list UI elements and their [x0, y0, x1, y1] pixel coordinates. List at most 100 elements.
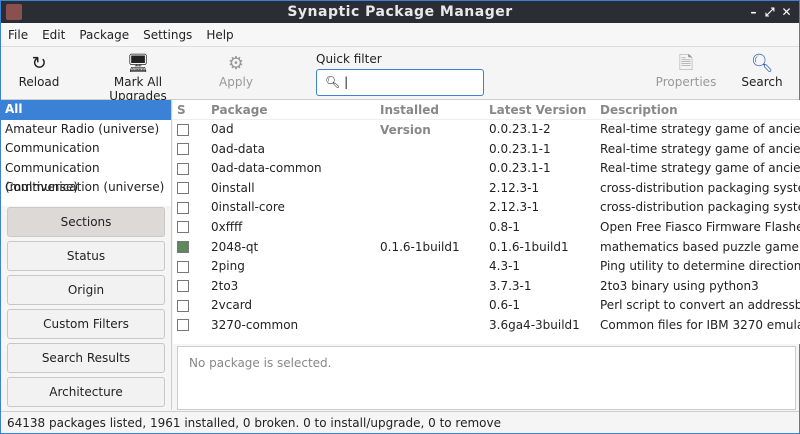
table-row[interactable]: 0ad-data-common 0.0.23.1-1 Real-time str… [173, 159, 800, 179]
package-checkbox[interactable] [177, 299, 189, 312]
latest-version: 2.12.3-1 [489, 200, 540, 215]
table-row[interactable]: 2ping 4.3-1 Ping utility to determine di… [173, 257, 800, 277]
gear-icon: ⚙ [227, 53, 245, 74]
reload-button[interactable]: ↻ Reload [9, 53, 69, 89]
latest-version: 0.0.23.1-2 [489, 122, 551, 136]
latest-version: 0.0.23.1-1 [489, 141, 551, 156]
window-title: Synaptic Package Manager [287, 4, 513, 20]
package-name: 0install [211, 180, 255, 195]
table-row[interactable]: 0ad 0.0.23.1-2 Real-time strategy game o… [173, 120, 800, 140]
menu-edit[interactable]: Edit [35, 28, 72, 42]
package-name: 0ad-data [211, 141, 265, 156]
package-description: cross-distribution packaging system [600, 180, 800, 195]
quick-filter-label: Quick filter [316, 52, 382, 66]
sidebar: All Amateur Radio (universe) Communicati… [1, 100, 172, 410]
package-checkbox[interactable] [177, 123, 189, 136]
search-button[interactable]: 🔍︎ Search [739, 53, 785, 89]
installed-version [376, 159, 483, 179]
package-name: 0ad [211, 122, 234, 136]
table-row[interactable]: 0install 2.12.3-1 cross-distribution pac… [173, 179, 800, 199]
column-description[interactable]: Description [596, 100, 800, 119]
properties-label: Properties [655, 75, 717, 89]
package-checkbox[interactable] [177, 319, 189, 332]
package-name: 2to3 [211, 278, 239, 293]
installed-version [376, 277, 483, 297]
mark-all-upgrades-button[interactable]: 🖥 Mark All Upgrades [85, 53, 191, 103]
custom-filters-button[interactable]: Custom Filters [7, 309, 165, 339]
minimize-icon[interactable]: – [751, 1, 758, 23]
maximize-icon[interactable]: ⤢ [765, 1, 775, 23]
package-name: 2048-qt [211, 239, 259, 254]
column-latest-version[interactable]: Latest Version [483, 100, 596, 119]
package-list-header: S Package Installed Version Latest Versi… [173, 100, 800, 137]
sections-button[interactable]: Sections [7, 207, 165, 237]
menu-bar: File Edit Package Settings Help [1, 23, 799, 47]
package-description: 2to3 binary using python3 [600, 278, 759, 293]
package-description: mathematics based puzzle game [600, 239, 799, 254]
menu-help[interactable]: Help [199, 28, 240, 42]
installed-version [376, 316, 483, 336]
synaptic-window: Synaptic Package Manager – ⤢ ✕ File Edit… [0, 0, 800, 434]
latest-version: 3.7.3-1 [489, 278, 532, 293]
latest-version: 3.6ga4-3build1 [489, 317, 580, 332]
toolbar: ↻ Reload 🖥 Mark All Upgrades ⚙ Apply Quick … [1, 47, 799, 103]
table-row[interactable]: 2to3 3.7.3-1 2to3 binary using python3 [173, 277, 800, 297]
package-checkbox[interactable] [177, 221, 189, 234]
search-results-button[interactable]: Search Results [7, 343, 165, 373]
section-item[interactable]: Amateur Radio (universe) [1, 120, 171, 140]
apply-button[interactable]: ⚙ Apply [211, 53, 261, 89]
reload-icon: ↻ [31, 53, 47, 74]
package-checkbox[interactable] [177, 280, 189, 293]
column-status[interactable]: S [173, 100, 205, 119]
package-checkbox[interactable] [177, 260, 189, 273]
section-all[interactable]: All [1, 100, 171, 120]
package-checkbox[interactable] [177, 162, 189, 175]
filter-buttons: Sections Status Origin Custom Filters Se… [1, 206, 171, 410]
quick-filter-input[interactable]: 🔍︎ | [316, 69, 484, 96]
search-icon: 🔍︎ [750, 53, 774, 74]
origin-button[interactable]: Origin [7, 275, 165, 305]
menu-settings[interactable]: Settings [136, 28, 199, 42]
package-checkbox[interactable] [177, 241, 189, 254]
latest-version: 4.3-1 [489, 259, 521, 274]
installed-version [376, 198, 483, 218]
app-icon [6, 4, 22, 20]
properties-icon: 🗎 [678, 53, 694, 74]
package-checkbox[interactable] [177, 182, 189, 195]
section-item[interactable]: Communication (multiverse) [1, 159, 171, 195]
reload-label: Reload [18, 75, 60, 89]
table-row[interactable]: 0xffff 0.8-1 Open Free Fiasco Firmware F… [173, 218, 800, 238]
table-row[interactable]: 3270-common 3.6ga4-3build1 Common files … [173, 316, 800, 336]
package-description: Real-time strategy game of ancient [600, 122, 800, 136]
mark-upgrades-icon: 🖥 [126, 53, 150, 74]
package-description: cross-distribution packaging system [600, 200, 800, 215]
package-details: No package is selected. [177, 346, 796, 410]
search-label: Search [741, 75, 783, 89]
package-description: Real-time strategy game of ancient [600, 161, 800, 176]
section-item[interactable]: Communication (universe) [1, 178, 171, 198]
installed-version [376, 120, 483, 140]
menu-file[interactable]: File [1, 28, 35, 42]
table-row[interactable]: 0ad-data 0.0.23.1-1 Real-time strategy g… [173, 140, 800, 160]
section-item[interactable]: Communication [1, 139, 171, 159]
close-icon[interactable]: ✕ [781, 1, 792, 23]
installed-version [376, 218, 483, 238]
package-name: 0xffff [211, 219, 243, 234]
package-checkbox[interactable] [177, 143, 189, 156]
properties-button[interactable]: 🗎 Properties [653, 53, 719, 89]
installed-version [376, 140, 483, 160]
package-checkbox[interactable] [177, 201, 189, 214]
column-installed-version[interactable]: Installed Version [376, 100, 483, 137]
menu-package[interactable]: Package [72, 28, 136, 42]
column-package[interactable]: Package [205, 100, 376, 119]
search-icon: 🔍︎ [325, 75, 341, 89]
table-row[interactable]: 2048-qt 0.1.6-1build1 0.1.6-1build1 math… [173, 238, 800, 258]
table-row[interactable]: 2vcard 0.6-1 Perl script to convert an a… [173, 296, 800, 316]
installed-version: 0.1.6-1build1 [380, 239, 460, 254]
latest-version: 0.0.23.1-1 [489, 161, 551, 176]
status-button[interactable]: Status [7, 241, 165, 271]
table-row[interactable]: 0install-core 2.12.3-1 cross-distributio… [173, 198, 800, 218]
architecture-button[interactable]: Architecture [7, 377, 165, 407]
installed-version [376, 257, 483, 277]
package-name: 0ad-data-common [211, 161, 322, 176]
